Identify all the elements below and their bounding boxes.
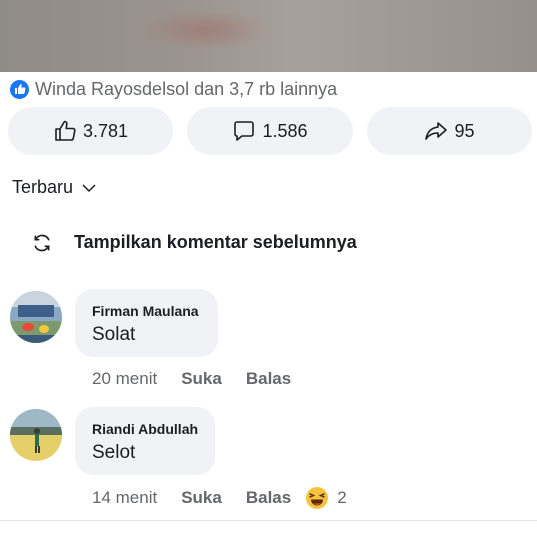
comment-meta: 20 menit Suka Balas <box>92 369 291 389</box>
like-button[interactable]: 3.781 <box>8 107 173 155</box>
chevron-down-icon <box>82 183 96 192</box>
comment-text: Solat <box>92 324 136 345</box>
comment-icon <box>234 121 255 141</box>
show-previous-comments[interactable]: Tampilkan komentar sebelumnya <box>32 232 357 253</box>
comment-reactions[interactable]: 2 <box>305 486 347 510</box>
avatar[interactable] <box>10 291 62 343</box>
laughing-emoji-icon <box>306 487 329 509</box>
post-photo[interactable] <box>0 0 537 72</box>
share-button[interactable]: 95 <box>367 107 532 155</box>
previous-comments-label: Tampilkan komentar sebelumnya <box>74 232 357 252</box>
thumbs-up-icon <box>55 120 76 141</box>
share-count: 95 <box>454 120 475 141</box>
reaction-count: 2 <box>337 488 347 507</box>
like-badge-icon <box>10 79 29 99</box>
like-count: 3.781 <box>82 120 129 141</box>
divider <box>0 520 537 521</box>
comment-text: Selot <box>92 442 136 463</box>
reactions-summary-text: Winda Rayosdelsol dan 3,7 rb lainnya <box>35 78 338 99</box>
sort-label: Terbaru <box>12 177 74 197</box>
avatar[interactable] <box>10 409 62 461</box>
comment-sort-dropdown[interactable]: Terbaru <box>12 177 97 198</box>
comment-bubble[interactable] <box>75 289 218 357</box>
comment-author[interactable]: Firman Maulana <box>92 303 199 319</box>
comment-meta: 14 menit Suka Balas 2 <box>92 486 347 510</box>
comment-count: 1.586 <box>262 120 308 141</box>
refresh-icon <box>34 234 50 251</box>
share-icon <box>425 122 448 140</box>
comment-reply-button[interactable]: Balas <box>246 369 291 389</box>
post-actions: 3.781 1.586 95 <box>0 107 537 155</box>
comment-time: 20 menit <box>92 369 158 388</box>
comment-like-button[interactable]: Suka <box>181 369 222 389</box>
comment-reply-button[interactable]: Balas <box>246 488 291 508</box>
comment-button[interactable]: 1.586 <box>187 107 353 155</box>
comment-like-button[interactable]: Suka <box>181 488 222 508</box>
comment-author[interactable]: Riandi Abdullah <box>92 421 198 437</box>
comment-time: 14 menit <box>92 488 158 507</box>
reactions-summary[interactable]: Winda Rayosdelsol dan 3,7 rb lainnya <box>10 78 337 100</box>
comment-bubble[interactable] <box>75 407 215 475</box>
